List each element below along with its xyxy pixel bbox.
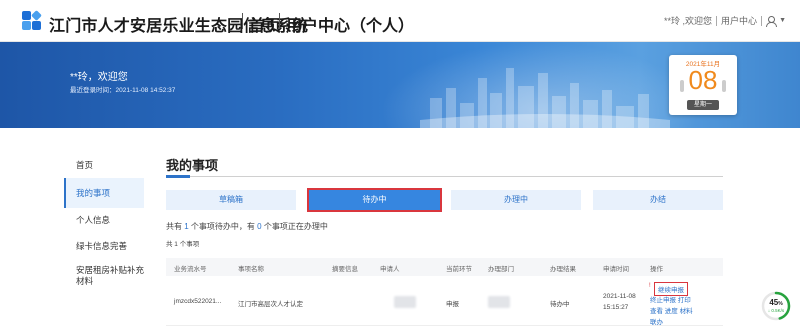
welcome-banner: **玲，欢迎您 最近登录时间：2021-11-08 14:52:37 2021年…	[0, 42, 800, 128]
logo-square	[22, 21, 31, 30]
network-speed-widget[interactable]: 45% ↓ 0.5K/s	[761, 291, 791, 321]
nav-home-link[interactable]: 首页	[249, 12, 281, 36]
progress-percent: 45%	[761, 298, 791, 307]
column-header: 当前环节	[446, 266, 472, 273]
total-count: 共 1 个事项	[166, 241, 200, 248]
tab-todo[interactable]: 待办中	[307, 188, 442, 212]
logo-square	[32, 21, 41, 30]
column-header: 办理部门	[488, 266, 514, 273]
table-header: 业务流水号 事项名称 摘要信息 申请人 当前环节 办理部门 办理结果 申请时间 …	[166, 258, 723, 276]
tab-in-progress[interactable]: 办理中	[451, 190, 581, 210]
logo-icon[interactable]	[22, 10, 42, 31]
calendar-weekday: 星期一	[687, 100, 719, 110]
column-header: 摘要信息	[332, 266, 358, 273]
user-center-link[interactable]: 用户中心	[721, 14, 757, 27]
calendar-day: 08	[688, 65, 718, 95]
current-stage: 申报	[446, 301, 459, 308]
title-divider	[242, 13, 243, 29]
summary-middle: 个事项待办中，有	[190, 222, 255, 231]
sidebar-item-home[interactable]: 首页	[64, 158, 144, 172]
column-header: 申请人	[380, 266, 400, 273]
terminate-print-links[interactable]: 终止申报 打印	[650, 294, 691, 304]
top-header: 江门市人才安居乐业生态园信息系统 首页 用户中心（个人） **玲 ,欢迎您 用户…	[0, 0, 800, 42]
apply-time: 15:15:27	[603, 304, 629, 311]
nav-user-center-link[interactable]: 用户中心（个人）	[286, 12, 414, 36]
column-header: 申请时间	[603, 266, 629, 273]
sidebar-item-housing-subsidy[interactable]: 安居租房补贴补充材料	[64, 265, 144, 291]
table-row[interactable]: jmzcdx522021... 江门市高层次人才认定 申报 待办中 2021-1…	[166, 276, 723, 326]
sidebar-item-my-matters[interactable]: 我的事项	[64, 178, 144, 208]
welcome-text: **玲，欢迎您	[70, 72, 128, 83]
view-progress-material-links[interactable]: 查看 进度 材料	[650, 305, 693, 315]
city-skyline-image	[420, 68, 670, 128]
caret-down-icon[interactable]: ▼	[779, 17, 786, 24]
matter-summary: 共有 1 个事项待办中，有 0 个事项正在办理中	[166, 221, 328, 232]
network-speed: ↓ 0.5K/s	[767, 308, 785, 313]
redacted-department	[488, 296, 510, 308]
matter-name[interactable]: 江门市高层次人才认定	[238, 298, 303, 308]
title-divider	[166, 176, 723, 177]
sidebar-item-personal-info[interactable]: 个人信息	[64, 213, 144, 227]
column-header: 办理结果	[550, 266, 576, 273]
handling-result: 待办中	[550, 301, 570, 308]
title-divider	[279, 13, 280, 29]
calendar-pin-icon	[722, 80, 726, 92]
joint-handle-link[interactable]: 联办	[650, 316, 663, 326]
serial-number[interactable]: jmzcdx522021...	[174, 298, 221, 305]
redacted-applicant	[394, 296, 416, 308]
column-header: 事项名称	[238, 266, 264, 273]
apply-date: 2021-11-08	[603, 293, 636, 300]
user-menu: **玲 ,欢迎您 用户中心 ▼	[664, 14, 786, 27]
last-login-time: 最近登录时间：2021-11-08 14:52:37	[70, 87, 176, 94]
page-title: 我的事项	[166, 158, 219, 173]
todo-count: 1	[184, 222, 189, 231]
percent-unit: %	[778, 301, 783, 307]
tab-drafts[interactable]: 草稿箱	[166, 190, 296, 210]
user-icon[interactable]	[766, 15, 778, 27]
logo-square	[31, 10, 42, 21]
calendar-widget: 2021年11月 08 星期一	[669, 55, 737, 115]
summary-suffix: 个事项正在办理中	[263, 222, 328, 231]
column-header: 业务流水号	[174, 266, 207, 273]
tab-completed[interactable]: 办结	[593, 190, 723, 210]
divider	[761, 15, 763, 26]
title-accent-bar	[166, 175, 190, 178]
logo-square	[22, 11, 31, 20]
greeting-text: **玲 ,欢迎您	[664, 16, 713, 26]
sidebar-item-green-card[interactable]: 绿卡信息完善	[64, 239, 144, 253]
column-header: 操作	[650, 266, 663, 273]
divider	[716, 15, 718, 26]
warning-icon: !	[649, 283, 651, 289]
percent-value: 45	[769, 298, 779, 307]
summary-prefix: 共有	[166, 222, 182, 231]
doing-count: 0	[257, 222, 262, 231]
